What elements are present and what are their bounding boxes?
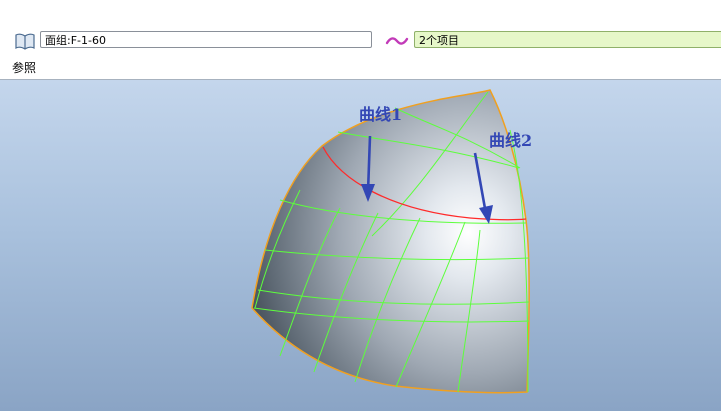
surface-patch[interactable]	[251, 89, 530, 394]
book-icon[interactable]	[14, 32, 36, 50]
surface-collector-field[interactable]: 面组:F-1-60	[40, 31, 372, 48]
selection-row: 面组:F-1-60 2个项目	[0, 30, 721, 52]
references-tab[interactable]: 参照	[12, 59, 36, 76]
toolbar: 面组:F-1-60 2个项目 参照	[0, 0, 721, 80]
graphics-viewport[interactable]: 曲线1 曲线2	[0, 80, 721, 411]
curve-collector-field[interactable]: 2个项目	[414, 31, 721, 48]
tilde-curve-icon[interactable]	[385, 33, 409, 49]
annotation-curve2-label: 曲线2	[489, 131, 532, 150]
model-scene: 曲线1 曲线2	[251, 89, 532, 394]
annotation-curve1-label: 曲线1	[359, 105, 402, 124]
